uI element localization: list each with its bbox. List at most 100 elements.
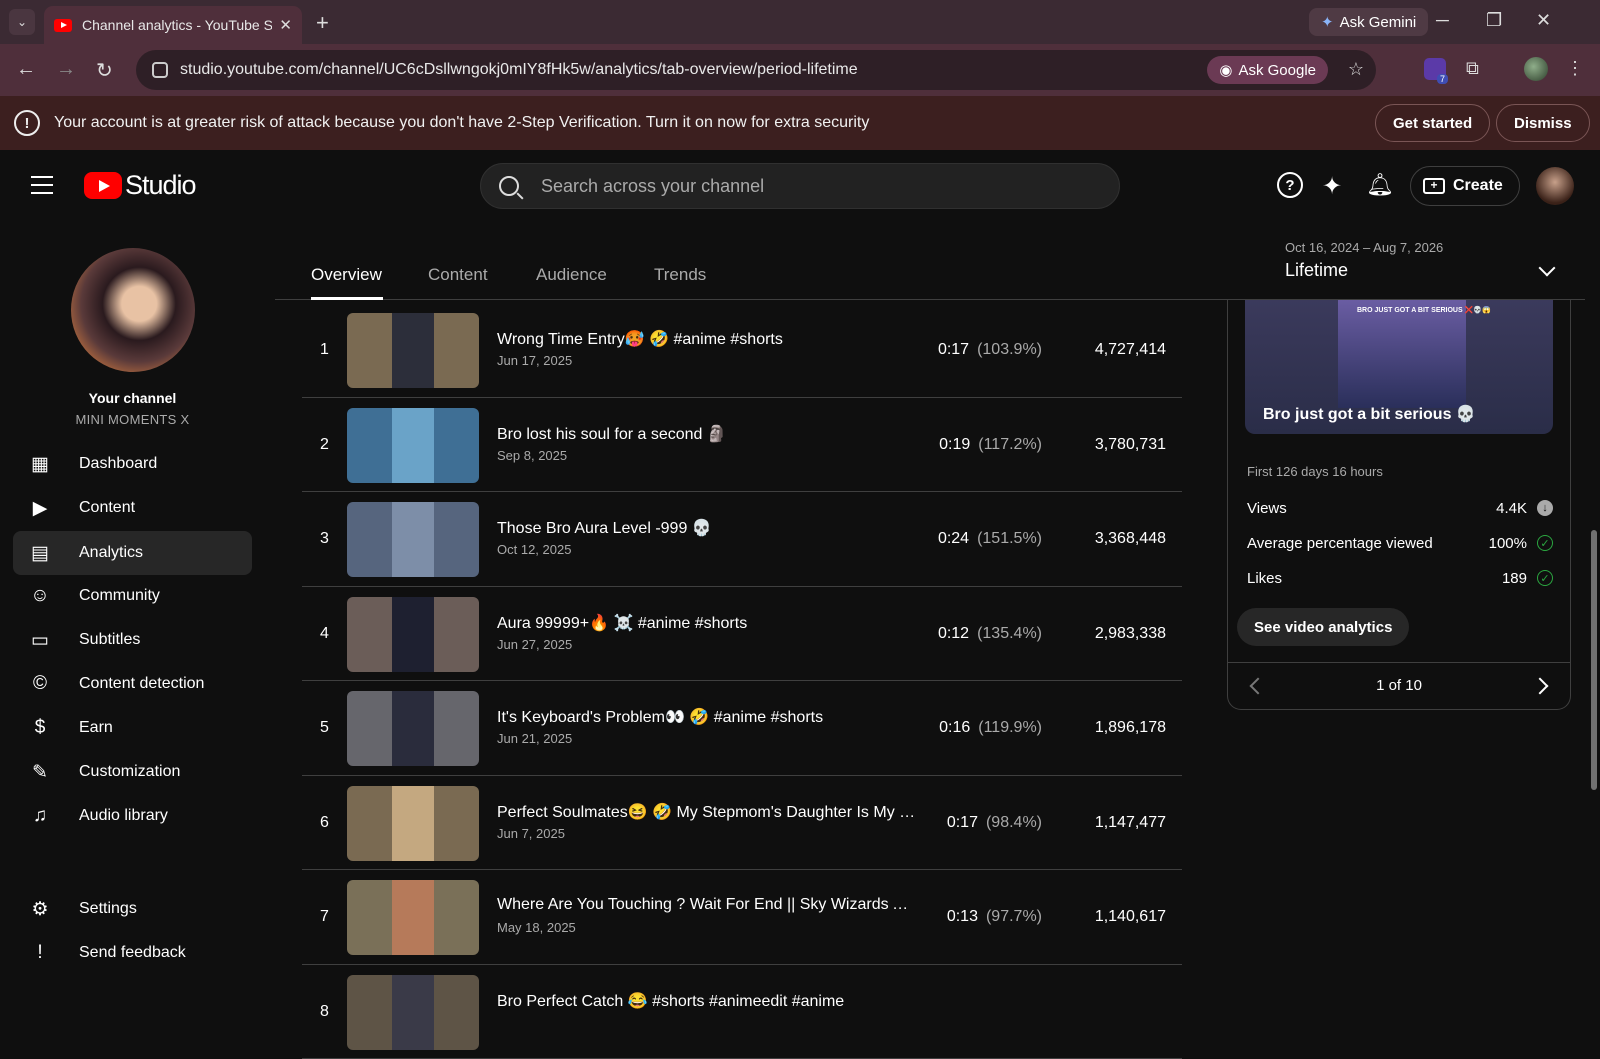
tab-title: Channel analytics - YouTube Studio	[82, 17, 272, 33]
scrollbar[interactable]	[1591, 530, 1597, 790]
thumbnail-frame	[392, 502, 434, 577]
reload-icon[interactable]: ↻	[96, 58, 113, 83]
bookmark-star-icon[interactable]: ☆	[1348, 59, 1364, 80]
sparkle-icon[interactable]: ✦	[1322, 172, 1342, 201]
table-row[interactable]: 3Those Bro Aura Level -999 💀Oct 12, 2025…	[302, 492, 1182, 587]
video-views: 4,727,414	[1095, 341, 1166, 359]
back-icon[interactable]: ←	[16, 58, 36, 81]
close-window-icon[interactable]: ✕	[1536, 10, 1551, 31]
video-thumbnail[interactable]: BRO JUST GOT A BIT SERIOUS ❌💀😱 Bro just …	[1245, 300, 1553, 434]
extension-icon[interactable]: 7	[1424, 58, 1446, 80]
thumbnail-frame	[392, 691, 434, 766]
table-row[interactable]: 5It's Keyboard's Problem👀 🤣 #anime #shor…	[302, 681, 1182, 776]
account-avatar[interactable]	[1536, 167, 1574, 205]
video-title[interactable]: Those Bro Aura Level -999 💀	[497, 518, 712, 538]
video-title[interactable]: It's Keyboard's Problem👀 🤣 #anime #short…	[497, 707, 823, 727]
channel-avatar[interactable]	[71, 248, 195, 372]
tab-close-icon[interactable]: ✕	[279, 16, 292, 34]
forward-icon[interactable]: →	[56, 58, 76, 81]
metric-value: 189	[1502, 570, 1527, 587]
create-button[interactable]: + Create	[1410, 166, 1520, 206]
table-row[interactable]: 4Aura 99999+🔥 ☠️ #anime #shortsJun 27, 2…	[302, 587, 1182, 682]
video-thumbnail[interactable]	[347, 313, 479, 388]
search-input[interactable]	[541, 176, 1101, 197]
sidebar-item-label: Subtitles	[79, 631, 140, 649]
restore-icon[interactable]: ❐	[1486, 10, 1502, 31]
browser-tab[interactable]: Channel analytics - YouTube Studio ✕	[44, 6, 302, 44]
sidebar-item-send-feedback[interactable]: !Send feedback	[13, 931, 252, 975]
video-date: Sep 8, 2025	[497, 448, 567, 463]
video-thumbnail[interactable]	[347, 502, 479, 577]
tab-audience[interactable]: Audience	[536, 265, 607, 285]
table-row[interactable]: 2Bro lost his soul for a second 🗿Sep 8, …	[302, 398, 1182, 493]
video-thumbnail[interactable]	[347, 880, 479, 955]
video-views: 2,983,338	[1095, 625, 1166, 643]
sidebar-item-analytics[interactable]: ▤Analytics	[13, 531, 252, 575]
video-title[interactable]: Aura 99999+🔥 ☠️ #anime #shorts	[497, 613, 747, 633]
sidebar-item-subtitles[interactable]: ▭Subtitles	[13, 618, 252, 662]
video-date: Oct 12, 2025	[497, 542, 571, 557]
avd-value: 0:19	[939, 436, 970, 453]
help-icon[interactable]: ?	[1277, 172, 1303, 198]
video-thumbnail[interactable]	[347, 786, 479, 861]
youtube-studio-logo[interactable]: Studio	[84, 170, 196, 201]
row-rank: 6	[320, 814, 329, 832]
site-info-icon[interactable]	[152, 62, 168, 78]
tab-overview[interactable]: Overview	[311, 265, 382, 285]
browser-menu-icon[interactable]: ⋮	[1566, 58, 1584, 79]
url-text[interactable]: studio.youtube.com/channel/UC6cDsllwngok…	[180, 61, 858, 79]
video-title[interactable]: Bro Perfect Catch 😂 #shorts #animeedit #…	[497, 991, 844, 1011]
browser-profile-avatar[interactable]	[1524, 57, 1548, 81]
ask-google-button[interactable]: ◉ Ask Google	[1207, 56, 1328, 84]
video-title[interactable]: Wrong Time Entry🥵 🤣 #anime #shorts	[497, 329, 783, 349]
table-row[interactable]: 8Bro Perfect Catch 😂 #shorts #animeedit …	[302, 965, 1182, 1059]
extensions-puzzle-icon[interactable]: ⧉	[1466, 58, 1479, 79]
see-video-analytics-button[interactable]: See video analytics	[1237, 608, 1409, 646]
metric-value: 4.4K	[1496, 500, 1527, 517]
video-thumbnail[interactable]	[347, 691, 479, 766]
sidebar-item-label: Community	[79, 587, 160, 605]
search-bar[interactable]	[480, 163, 1120, 209]
table-row[interactable]: 7Where Are You Touching ? Wait For End |…	[302, 870, 1182, 965]
extension-badge: 7	[1437, 74, 1448, 84]
minimize-icon[interactable]: ─	[1436, 10, 1449, 31]
video-title[interactable]: Where Are You Touching ? Wait For End ||…	[497, 896, 917, 914]
metric-label: Average percentage viewed	[1247, 535, 1433, 552]
down-arrow-icon: ↓	[1537, 500, 1553, 516]
sidebar-item-audio-library[interactable]: ♫Audio library	[13, 794, 252, 838]
sidebar-item-content-detection[interactable]: ©Content detection	[13, 662, 252, 706]
video-title[interactable]: Bro lost his soul for a second 🗿	[497, 424, 727, 444]
sidebar-item-settings[interactable]: ⚙Settings	[13, 887, 252, 931]
ask-gemini-button[interactable]: ✦ Ask Gemini	[1309, 8, 1428, 36]
hamburger-menu-icon[interactable]	[31, 176, 53, 200]
video-thumbnail[interactable]	[347, 597, 479, 672]
sidebar-item-label: Dashboard	[79, 455, 157, 473]
dismiss-button[interactable]: Dismiss	[1496, 104, 1590, 142]
top-content-table: 1Wrong Time Entry🥵 🤣 #anime #shortsJun 1…	[302, 303, 1182, 1059]
notifications-bell-icon[interactable]: 🔔︎	[1366, 172, 1394, 198]
ask-gemini-label: Ask Gemini	[1340, 14, 1417, 31]
period-selector[interactable]: Oct 16, 2024 – Aug 7, 2026 Lifetime	[1285, 240, 1575, 281]
sidebar-item-customization[interactable]: ✎Customization	[13, 750, 252, 794]
thumbnail-frame	[392, 975, 434, 1050]
omnibox[interactable]: studio.youtube.com/channel/UC6cDsllwngok…	[136, 50, 1376, 90]
thumbnail-frame	[392, 313, 434, 388]
video-title[interactable]: Perfect Soulmates😆 🤣 My Stepmom's Daught…	[497, 802, 917, 822]
sidebar-item-community[interactable]: ☺Community	[13, 574, 252, 618]
sidebar-item-earn[interactable]: $Earn	[13, 706, 252, 750]
tab-content[interactable]: Content	[428, 265, 488, 285]
security-warning-bar: ! Your account is at greater risk of att…	[0, 96, 1600, 150]
sidebar-item-dashboard[interactable]: ▦ Dashboard	[13, 442, 252, 486]
table-row[interactable]: 1Wrong Time Entry🥵 🤣 #anime #shortsJun 1…	[302, 303, 1182, 398]
average-view-duration: 0:17(98.4%)	[947, 814, 1042, 832]
tab-trends[interactable]: Trends	[654, 265, 706, 285]
tab-search-chevron-icon[interactable]: ⌄	[9, 9, 35, 35]
new-tab-button[interactable]: +	[316, 10, 329, 36]
video-thumbnail[interactable]	[347, 408, 479, 483]
sidebar-item-content[interactable]: ▶︎Content	[13, 486, 252, 530]
dashboard-icon: ▦	[28, 452, 52, 476]
video-date: Jun 7, 2025	[497, 826, 565, 841]
table-row[interactable]: 6 Perfect Soulmates😆 🤣 My Stepmom's Daugh…	[302, 776, 1182, 871]
video-thumbnail[interactable]	[347, 975, 479, 1050]
get-started-button[interactable]: Get started	[1375, 104, 1490, 142]
